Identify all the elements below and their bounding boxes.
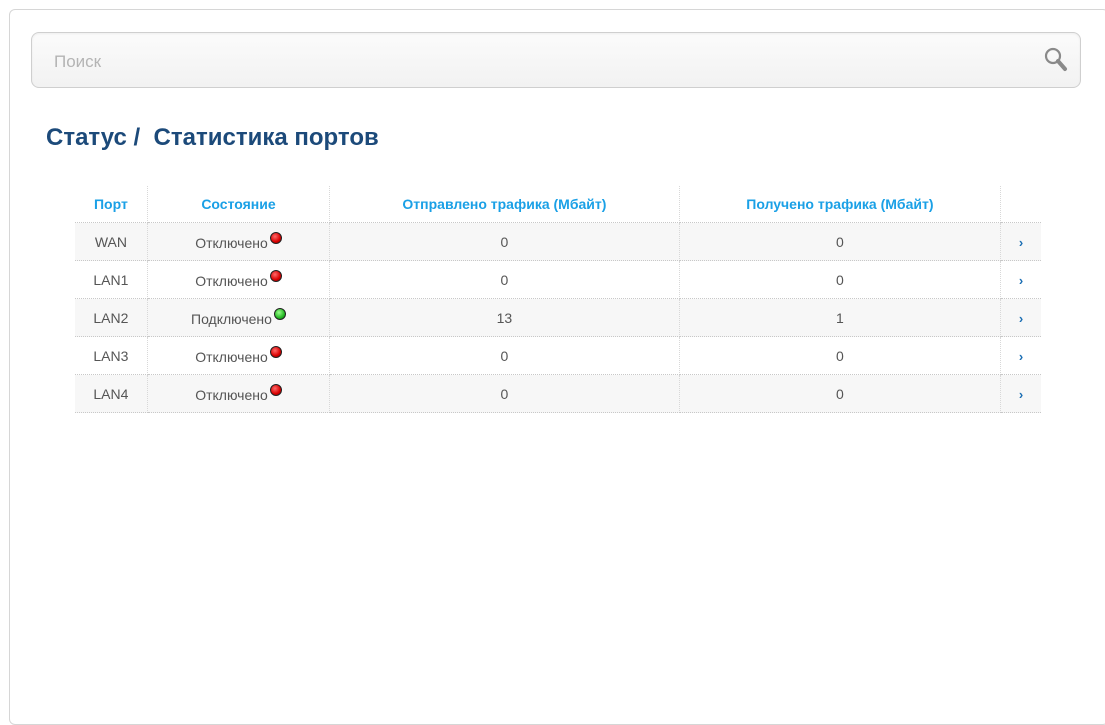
table-row[interactable]: LAN1 Отключено 0 0 › [75, 260, 1041, 299]
search-icon[interactable] [1040, 44, 1072, 76]
column-header-action [1000, 186, 1041, 223]
column-header-state[interactable]: Состояние [147, 186, 331, 223]
state-label: Отключено [195, 387, 268, 403]
table-header-row: Порт Состояние Отправлено трафика (Мбайт… [75, 186, 1041, 223]
sent-cell: 0 [329, 374, 680, 413]
sent-cell: 0 [329, 222, 680, 261]
sent-cell: 0 [329, 336, 680, 375]
received-cell: 1 [679, 298, 1002, 337]
state-cell: Отключено [147, 222, 331, 261]
state-label: Отключено [195, 235, 268, 251]
received-cell: 0 [679, 222, 1002, 261]
search-box[interactable] [31, 32, 1081, 88]
port-cell: LAN2 [75, 298, 148, 337]
port-statistics-table: Порт Состояние Отправлено трафика (Мбайт… [75, 186, 1041, 413]
table-row[interactable]: WAN Отключено 0 0 › [75, 222, 1041, 261]
received-cell: 0 [679, 374, 1002, 413]
state-cell: Подключено [147, 298, 331, 337]
row-action-cell[interactable]: › [1000, 374, 1041, 413]
chevron-right-icon[interactable]: › [1019, 273, 1023, 288]
chevron-right-icon[interactable]: › [1019, 387, 1023, 402]
status-connected-icon [273, 308, 286, 320]
received-cell: 0 [679, 260, 1002, 299]
column-header-received[interactable]: Получено трафика (Мбайт) [679, 186, 1002, 223]
chevron-right-icon[interactable]: › [1019, 349, 1023, 364]
chevron-right-icon[interactable]: › [1019, 311, 1023, 326]
port-cell: LAN1 [75, 260, 148, 299]
sent-cell: 13 [329, 298, 680, 337]
state-cell: Отключено [147, 336, 331, 375]
status-disconnected-icon [269, 384, 282, 396]
row-action-cell[interactable]: › [1000, 222, 1041, 261]
status-disconnected-icon [269, 270, 282, 282]
status-disconnected-icon [269, 232, 282, 244]
column-header-sent[interactable]: Отправлено трафика (Мбайт) [329, 186, 680, 223]
column-header-port[interactable]: Порт [75, 186, 148, 223]
state-label: Отключено [195, 273, 268, 289]
chevron-right-icon[interactable]: › [1019, 235, 1023, 250]
row-action-cell[interactable]: › [1000, 298, 1041, 337]
table-row[interactable]: LAN3 Отключено 0 0 › [75, 336, 1041, 375]
port-cell: LAN3 [75, 336, 148, 375]
page-title: Статус / Статистика портов [46, 124, 379, 151]
sent-cell: 0 [329, 260, 680, 299]
table-row[interactable]: LAN2 Подключено 13 1 › [75, 298, 1041, 337]
state-cell: Отключено [147, 374, 331, 413]
received-cell: 0 [679, 336, 1002, 375]
port-cell: WAN [75, 222, 148, 261]
state-cell: Отключено [147, 260, 331, 299]
row-action-cell[interactable]: › [1000, 260, 1041, 299]
status-disconnected-icon [269, 346, 282, 358]
state-label: Отключено [195, 349, 268, 365]
table-row[interactable]: LAN4 Отключено 0 0 › [75, 374, 1041, 413]
search-input[interactable] [52, 47, 1016, 77]
state-label: Подключено [191, 311, 272, 327]
row-action-cell[interactable]: › [1000, 336, 1041, 375]
port-cell: LAN4 [75, 374, 148, 413]
